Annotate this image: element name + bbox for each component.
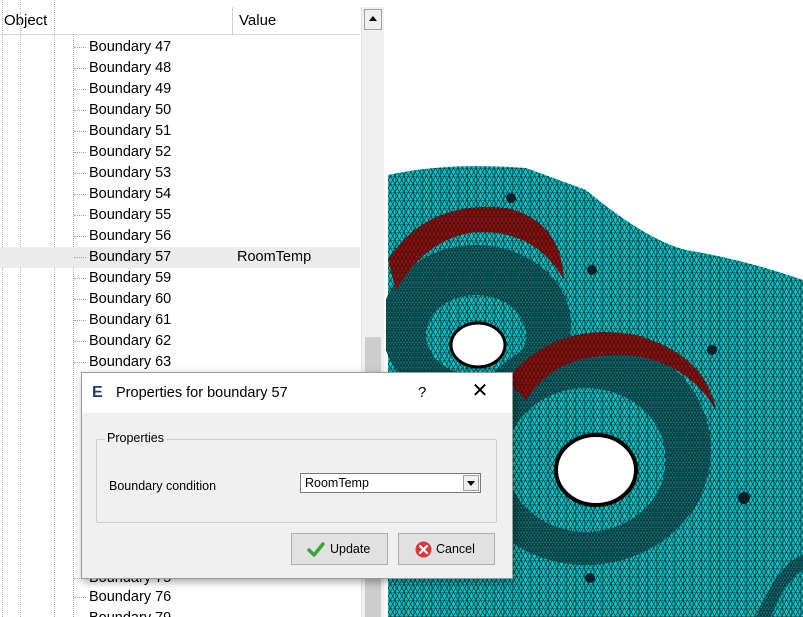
red-x-icon — [415, 541, 432, 558]
header-separator[interactable] — [232, 7, 233, 34]
tree-row-label: Boundary 54 — [89, 186, 172, 202]
tree-row[interactable]: Boundary 51 — [0, 121, 360, 142]
tree-connector — [74, 47, 86, 48]
tree-row[interactable]: Boundary 53 — [0, 163, 360, 184]
tree-row-label: Boundary 53 — [89, 165, 172, 181]
tree-row-value: RoomTemp — [237, 249, 312, 265]
group-label: Properties — [105, 431, 166, 445]
mesh-small-hole — [707, 345, 717, 355]
tree-connector — [74, 257, 86, 258]
close-button[interactable]: ✕ — [470, 381, 490, 401]
tree-row-label: Boundary 57 — [89, 249, 172, 265]
tree-row[interactable]: Boundary 76 — [0, 587, 360, 608]
tree-connector — [74, 278, 86, 279]
mesh-small-hole — [506, 193, 516, 203]
tree-connector — [74, 597, 86, 598]
header-object[interactable]: Object — [4, 12, 47, 29]
tree-row[interactable]: Boundary 79 — [0, 608, 360, 617]
tree-row-label: Boundary 56 — [89, 228, 172, 244]
tree-row-label: Boundary 48 — [89, 60, 172, 76]
cancel-button[interactable]: Cancel — [398, 533, 495, 565]
tree-connector — [74, 152, 86, 153]
tree-connector — [74, 131, 86, 132]
mesh-hole — [449, 321, 507, 369]
boundary-condition-label: Boundary condition — [109, 479, 217, 493]
chevron-down-icon[interactable] — [463, 475, 479, 491]
tree-row[interactable]: Boundary 49 — [0, 79, 360, 100]
tree-row[interactable]: Boundary 61 — [0, 310, 360, 331]
select-value: RoomTemp — [305, 476, 369, 490]
mesh-small-hole — [585, 573, 595, 583]
tree-row-label: Boundary 52 — [89, 144, 172, 160]
tree-row-label: Boundary 50 — [89, 102, 172, 118]
tree-row-label: Boundary 61 — [89, 312, 172, 328]
tree-row-label: Boundary 51 — [89, 123, 172, 139]
tree-connector — [74, 341, 86, 342]
tree-row-label: Boundary 62 — [89, 333, 172, 349]
tree-row[interactable]: Boundary 62 — [0, 331, 360, 352]
tree-row[interactable]: Boundary 50 — [0, 100, 360, 121]
tree-row-label: Boundary 63 — [89, 354, 172, 370]
tree-row[interactable]: Boundary 47 — [0, 37, 360, 58]
tree-row[interactable]: Boundary 60 — [0, 289, 360, 310]
properties-dialog: E Properties for boundary 57 ? ✕ Propert… — [81, 372, 513, 579]
dialog-titlebar[interactable]: E Properties for boundary 57 ? ✕ — [82, 373, 512, 413]
update-label: Update — [330, 542, 371, 556]
help-button[interactable]: ? — [418, 384, 426, 401]
tree-row[interactable]: Boundary 52 — [0, 142, 360, 163]
tree-row[interactable]: Boundary 55 — [0, 205, 360, 226]
tree-connector — [74, 362, 86, 363]
boundary-condition-select[interactable]: RoomTemp — [300, 473, 481, 493]
mesh-small-hole — [738, 492, 750, 504]
tree-row-label: Boundary 55 — [89, 207, 172, 223]
scroll-up-button[interactable] — [364, 9, 382, 30]
mesh-hole-2 — [554, 433, 638, 507]
tree-row[interactable]: Boundary 48 — [0, 58, 360, 79]
tree-connector — [74, 194, 86, 195]
tree-connector — [74, 110, 86, 111]
tree-row-label: Boundary 59 — [89, 270, 172, 286]
app-e-icon: E — [92, 384, 103, 401]
tree-connector — [74, 89, 86, 90]
tree-row[interactable]: Boundary 57 RoomTemp — [0, 247, 360, 268]
tree-row[interactable]: Boundary 56 — [0, 226, 360, 247]
checkmark-icon — [307, 542, 325, 557]
header-value[interactable]: Value — [239, 12, 276, 29]
tree-row-label: Boundary 47 — [89, 39, 172, 55]
tree-row[interactable]: Boundary 63 — [0, 352, 360, 373]
tree-row[interactable]: Boundary 59 — [0, 268, 360, 289]
tree-connector — [74, 236, 86, 237]
cancel-label: Cancel — [436, 542, 475, 556]
mesh-small-hole — [587, 265, 597, 275]
tree-row[interactable]: Boundary 54 — [0, 184, 360, 205]
tree-connector — [74, 68, 86, 69]
tree-connector — [74, 299, 86, 300]
tree-row-label: Boundary 60 — [89, 291, 172, 307]
tree-connector — [74, 215, 86, 216]
properties-group: Properties Boundary condition RoomTemp — [96, 431, 497, 523]
tree-row-label: Boundary 76 — [89, 589, 172, 605]
tree-connector — [74, 320, 86, 321]
tree-row-label: Boundary 49 — [89, 81, 172, 97]
update-button[interactable]: Update — [291, 533, 388, 565]
dialog-title: Properties for boundary 57 — [116, 385, 288, 401]
tree-row-label: Boundary 79 — [89, 610, 171, 617]
tree-connector — [74, 173, 86, 174]
